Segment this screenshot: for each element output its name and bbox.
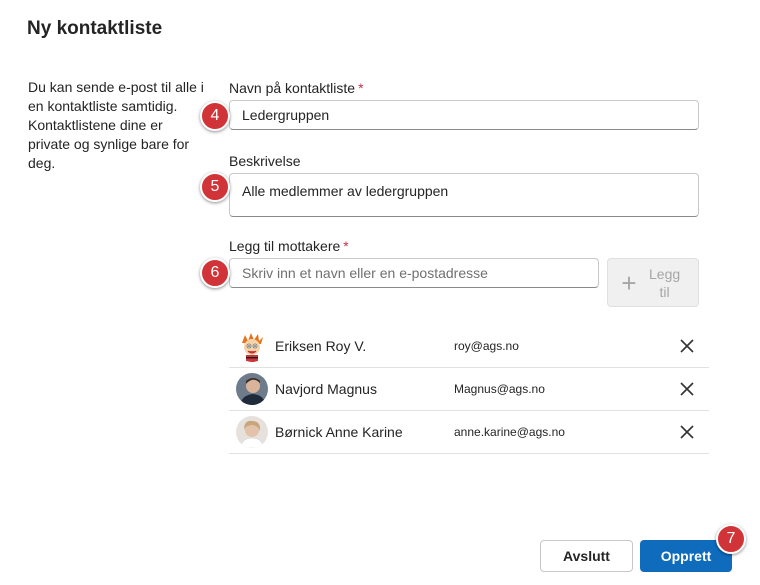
cartoon-avatar bbox=[236, 330, 268, 362]
step-badge: 6 bbox=[200, 258, 230, 288]
dialog-description: Du kan sende e-post til alle i en kontak… bbox=[28, 79, 204, 171]
member-email: anne.karine@ags.no bbox=[454, 425, 565, 439]
step-badge: 4 bbox=[200, 101, 230, 131]
required-mark: * bbox=[343, 238, 349, 254]
dialog-title: Ny kontaktliste bbox=[27, 18, 163, 39]
name-label: Navn på kontaktliste * bbox=[229, 80, 364, 96]
member-name: Børnick Anne Karine bbox=[275, 424, 403, 440]
required-mark: * bbox=[358, 80, 364, 96]
photo-avatar bbox=[236, 416, 268, 448]
add-recipient-label: Legg til bbox=[649, 265, 681, 300]
plus-icon: + bbox=[621, 267, 637, 298]
recipients-label: Legg til mottakere * bbox=[229, 238, 349, 254]
photo-avatar bbox=[236, 373, 268, 405]
name-input[interactable]: Ledergruppen bbox=[229, 100, 699, 130]
remove-member-icon[interactable] bbox=[678, 337, 696, 355]
member-row: Børnick Anne Karine anne.karine@ags.no bbox=[229, 411, 709, 454]
recipients-placeholder: Skriv inn et navn eller en e-postadresse bbox=[242, 265, 488, 281]
member-email: Magnus@ags.no bbox=[454, 382, 545, 396]
name-input-value: Ledergruppen bbox=[242, 107, 330, 123]
description-input[interactable]: Alle medlemmer av ledergruppen bbox=[229, 173, 699, 217]
member-row: Navjord Magnus Magnus@ags.no bbox=[229, 368, 709, 411]
member-row: Eriksen Roy V. roy@ags.no bbox=[229, 325, 709, 368]
member-name: Eriksen Roy V. bbox=[275, 338, 367, 354]
step-badge: 5 bbox=[200, 172, 230, 202]
cancel-button[interactable]: Avslutt bbox=[540, 540, 633, 572]
add-recipient-button[interactable]: + Legg til bbox=[607, 258, 699, 307]
step-badge: 7 bbox=[716, 524, 746, 554]
description-input-value: Alle medlemmer av ledergruppen bbox=[242, 183, 449, 199]
member-email: roy@ags.no bbox=[454, 339, 519, 353]
remove-member-icon[interactable] bbox=[678, 423, 696, 441]
description-label: Beskrivelse bbox=[229, 153, 301, 169]
recipients-input[interactable]: Skriv inn et navn eller en e-postadresse bbox=[229, 258, 599, 288]
remove-member-icon[interactable] bbox=[678, 380, 696, 398]
member-name: Navjord Magnus bbox=[275, 381, 377, 397]
